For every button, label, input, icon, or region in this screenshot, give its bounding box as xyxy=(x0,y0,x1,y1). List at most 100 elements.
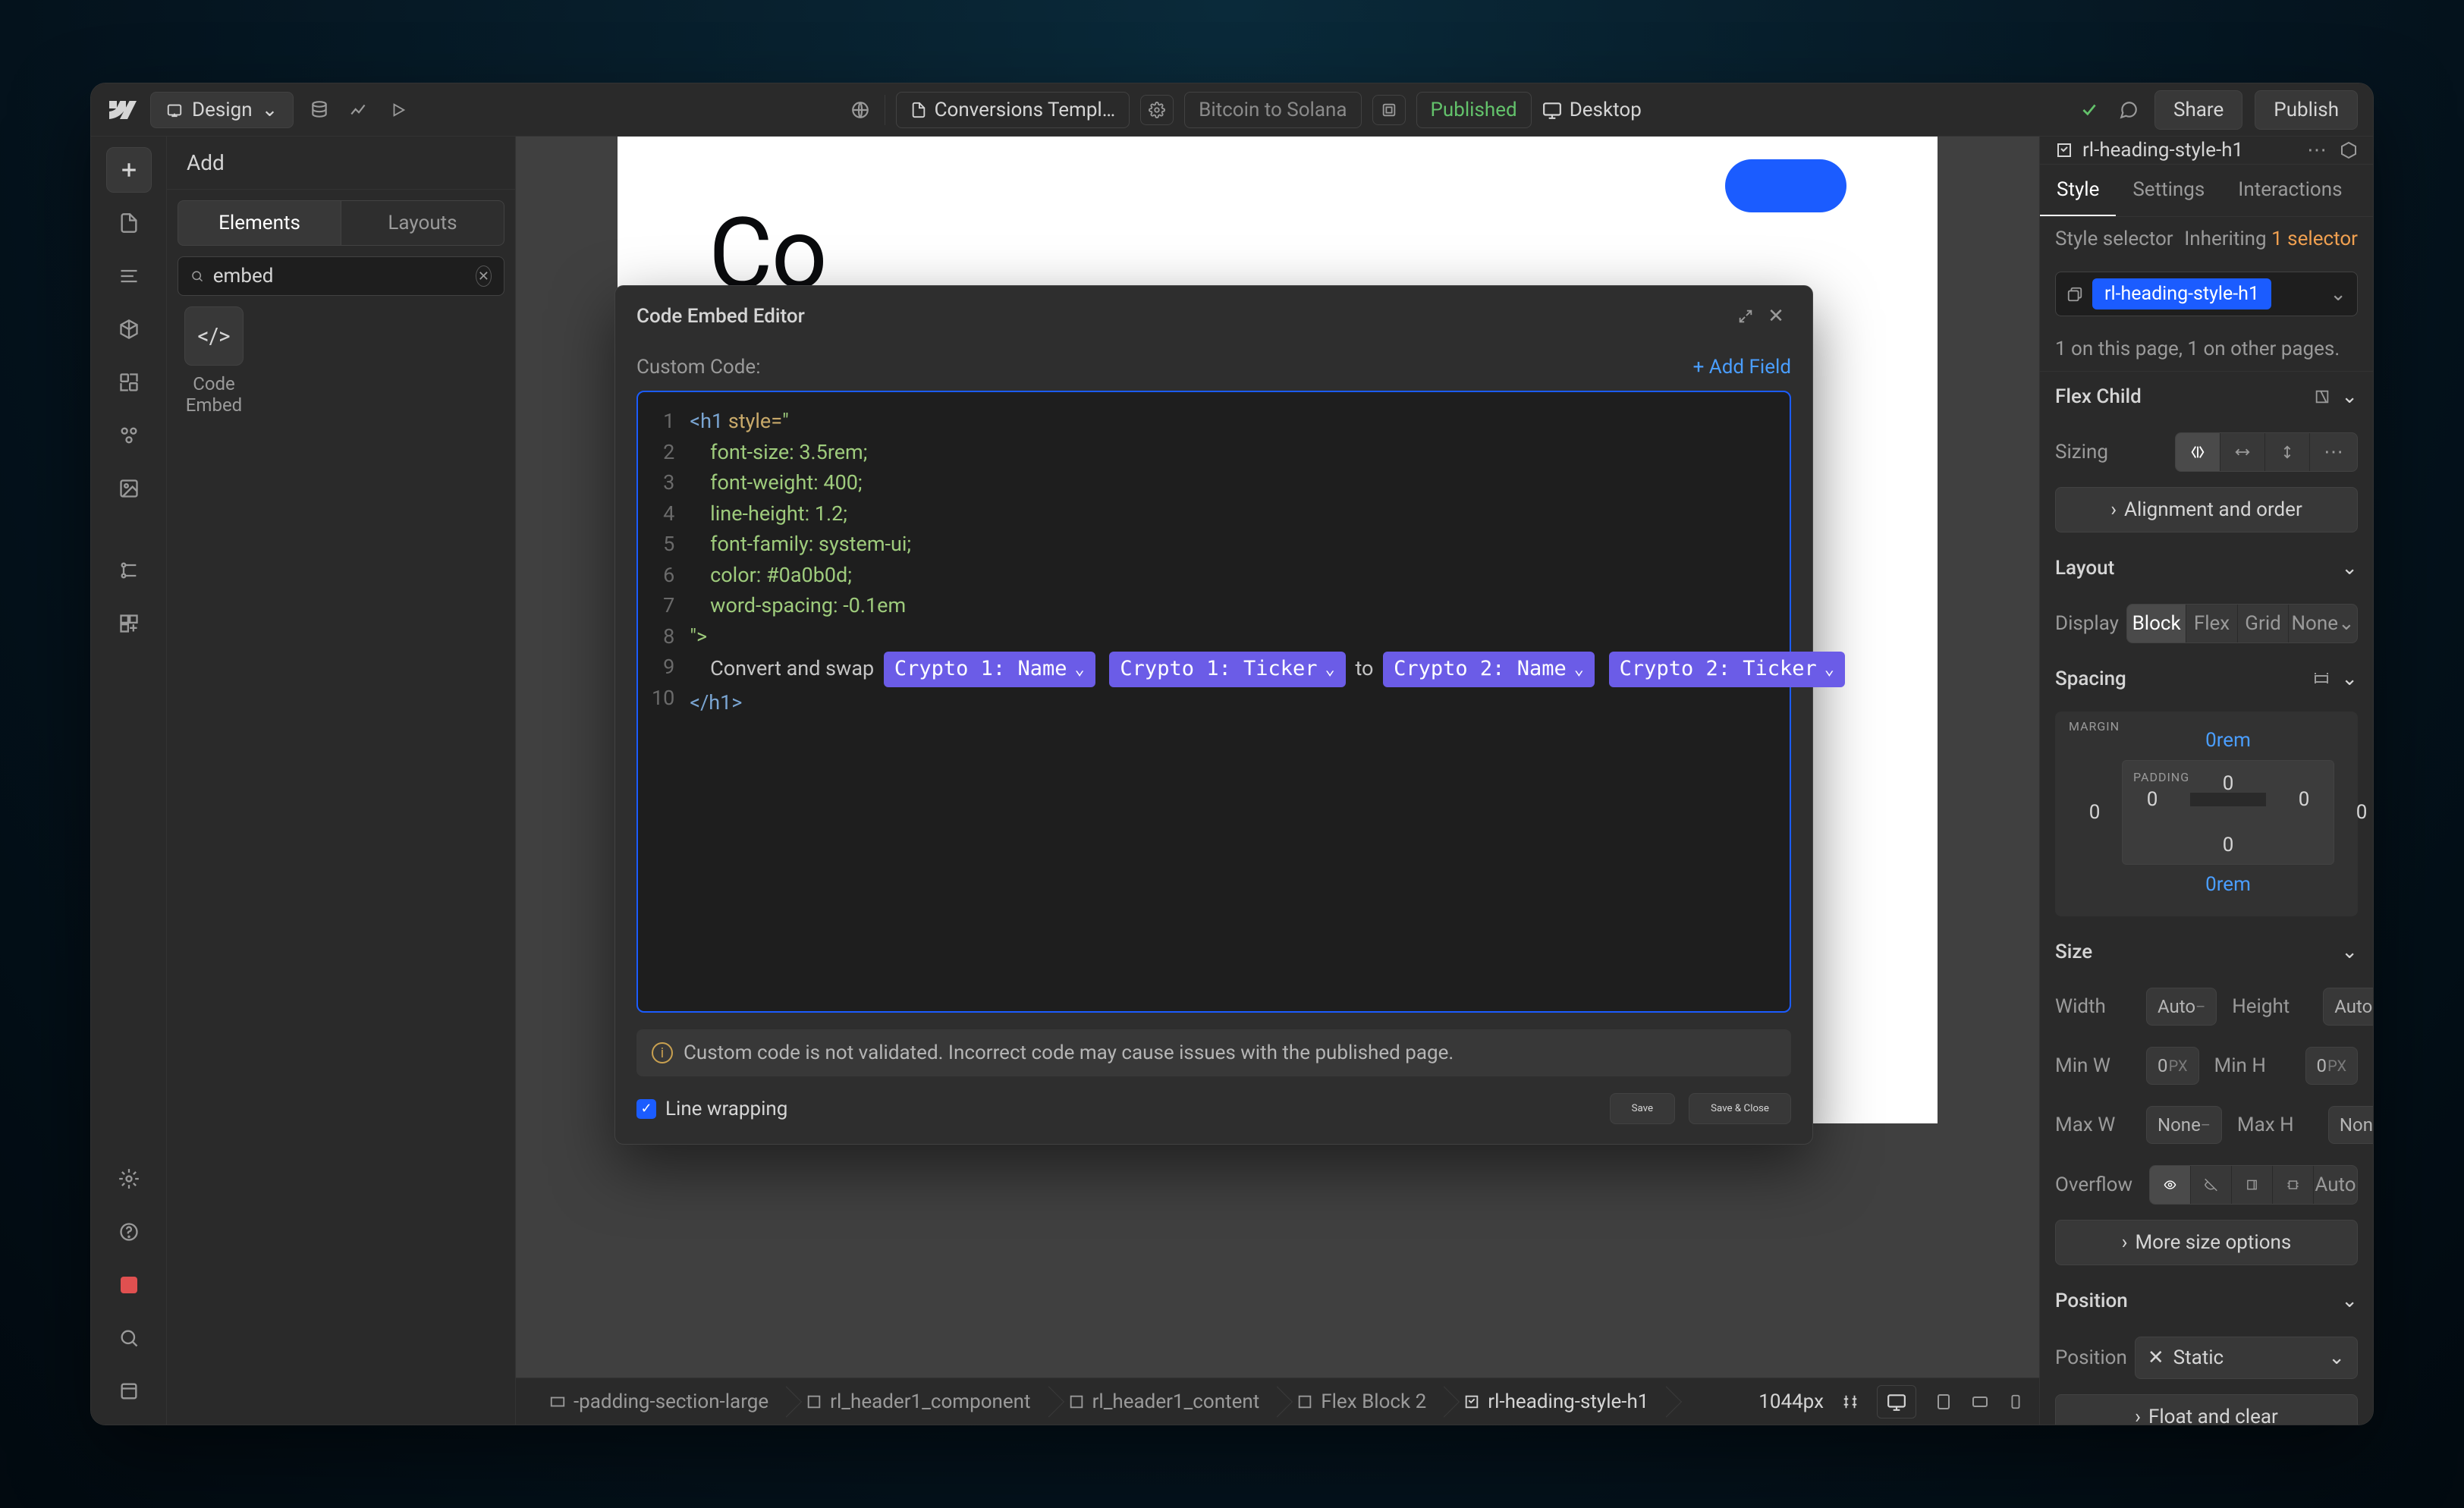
page-name-chip[interactable]: Bitcoin to Solana xyxy=(1184,92,1361,128)
close-icon[interactable]: ✕ xyxy=(1761,301,1791,331)
chevron-down-icon[interactable]: ⌄ xyxy=(2341,941,2358,963)
sizing-none-option[interactable] xyxy=(2265,433,2310,471)
chevron-down-icon[interactable]: ⌄ xyxy=(2330,283,2346,306)
page-settings-chip[interactable] xyxy=(1372,95,1406,125)
chevron-down-icon[interactable]: ⌄ xyxy=(2341,1290,2358,1312)
spacing-mode-icon[interactable] xyxy=(2312,670,2330,688)
designer-mode-button[interactable]: Design ⌄ xyxy=(150,92,294,128)
save-close-button[interactable]: Save & Close xyxy=(1689,1093,1791,1124)
class-selector[interactable]: rl-heading-style-h1 ⌄ xyxy=(2055,272,2358,316)
users-icon[interactable] xyxy=(106,601,152,646)
display-block-option[interactable]: Block xyxy=(2127,605,2186,642)
overflow-auto-option[interactable]: Auto xyxy=(2314,1166,2357,1204)
overflow-clip-option[interactable] xyxy=(2273,1166,2314,1204)
margin-right-input[interactable]: 0 xyxy=(2356,801,2368,824)
layouts-tab[interactable]: Layouts xyxy=(341,200,504,246)
more-icon[interactable]: ⋯ xyxy=(2303,137,2330,164)
breadcrumb-item[interactable]: rl_header1_component xyxy=(787,1378,1049,1425)
flex-child-section[interactable]: Flex Child xyxy=(2055,385,2142,408)
sizing-more-option[interactable]: ⋯ xyxy=(2310,433,2357,471)
position-select[interactable]: ✕Static⌄ xyxy=(2135,1337,2358,1379)
bp-desktop-large-icon[interactable] xyxy=(1877,1385,1916,1418)
line-wrapping-checkbox[interactable]: ✓ Line wrapping xyxy=(636,1098,787,1120)
inheriting-link[interactable]: 1 selector xyxy=(2271,228,2358,250)
overflow-hidden-option[interactable] xyxy=(2191,1166,2232,1204)
width-input[interactable]: Auto– xyxy=(2146,988,2217,1026)
breadcrumb-item[interactable]: rl_header1_content xyxy=(1050,1378,1279,1425)
webflow-logo-icon[interactable] xyxy=(106,94,138,126)
expand-icon[interactable] xyxy=(1730,301,1761,331)
search-rail-icon[interactable] xyxy=(106,1315,152,1361)
globe-icon[interactable] xyxy=(847,96,874,124)
bp-mobile-portrait-icon[interactable] xyxy=(2007,1393,2024,1410)
help-icon[interactable] xyxy=(106,1209,152,1255)
components-icon[interactable] xyxy=(106,306,152,352)
navigator-icon[interactable] xyxy=(106,253,152,299)
code-editor[interactable]: 12345678910 <h1 style=" font-size: 3.5re… xyxy=(636,391,1791,1013)
cms-collections-icon[interactable] xyxy=(106,548,152,593)
sizing-shrink-option[interactable] xyxy=(2176,433,2220,471)
pages-icon[interactable] xyxy=(106,200,152,246)
preview-play-icon[interactable] xyxy=(385,96,412,124)
cms-field-crypto1-ticker[interactable]: Crypto 1: Ticker xyxy=(1109,652,1345,687)
chevron-down-icon[interactable]: ⌄ xyxy=(2341,385,2358,408)
code-content[interactable]: <h1 style=" font-size: 3.5rem; font-weig… xyxy=(690,392,1863,1011)
assets-icon[interactable] xyxy=(106,466,152,511)
breakpoint-chip[interactable]: Desktop xyxy=(1542,99,1642,121)
settings-gear-chip[interactable] xyxy=(1140,95,1174,125)
variables-icon[interactable] xyxy=(106,360,152,405)
maxw-input[interactable]: None– xyxy=(2146,1106,2222,1144)
padding-top-input[interactable]: 0 xyxy=(2223,772,2234,795)
margin-bottom-input[interactable]: 0rem xyxy=(2205,873,2251,896)
display-flex-option[interactable]: Flex xyxy=(2186,605,2238,642)
interactions-tab[interactable]: Interactions xyxy=(2221,165,2359,216)
padding-left-input[interactable]: 0 xyxy=(2147,788,2158,811)
search-bar[interactable]: ✕ xyxy=(178,256,504,296)
clear-search-icon[interactable]: ✕ xyxy=(476,265,492,287)
overflow-visible-option[interactable] xyxy=(2150,1166,2191,1204)
padding-bottom-input[interactable]: 0 xyxy=(2223,834,2234,856)
maxh-input[interactable]: None– xyxy=(2328,1106,2373,1144)
float-clear-button[interactable]: › Float and clear xyxy=(2055,1394,2358,1425)
breadcrumb-item[interactable]: -padding-section-large xyxy=(531,1378,787,1425)
settings-gear-icon[interactable] xyxy=(106,1156,152,1202)
publish-status-chip[interactable]: Published xyxy=(1416,92,1532,128)
add-field-button[interactable]: + Add Field xyxy=(1693,356,1791,379)
video-icon[interactable] xyxy=(106,1262,152,1308)
elements-tab[interactable]: Elements xyxy=(178,200,341,246)
chevron-down-icon[interactable]: ⌄ xyxy=(2341,557,2358,580)
sizing-grow-option[interactable] xyxy=(2220,433,2265,471)
size-section[interactable]: Size xyxy=(2055,941,2092,963)
settings-tab[interactable]: Settings xyxy=(2116,165,2221,216)
margin-left-input[interactable]: 0 xyxy=(2089,801,2101,824)
display-grid-option[interactable]: Grid xyxy=(2238,605,2290,642)
cms-icon[interactable] xyxy=(306,96,333,124)
comments-icon[interactable] xyxy=(2115,96,2142,124)
publish-button[interactable]: Publish xyxy=(2255,90,2358,130)
margin-top-input[interactable]: 0rem xyxy=(2205,729,2251,752)
search-input[interactable] xyxy=(213,265,467,287)
display-none-option[interactable]: None ⌄ xyxy=(2289,605,2357,642)
element-settings-icon[interactable] xyxy=(2340,141,2358,159)
minh-input[interactable]: 0PX xyxy=(2305,1047,2359,1085)
minw-input[interactable]: 0PX xyxy=(2146,1047,2199,1085)
spacing-section[interactable]: Spacing xyxy=(2055,668,2126,690)
checkmark-icon[interactable] xyxy=(2076,96,2103,124)
style-tab[interactable]: Style xyxy=(2040,165,2116,216)
cms-field-crypto2-ticker[interactable]: Crypto 2: Ticker xyxy=(1609,652,1845,687)
more-size-button[interactable]: › More size options xyxy=(2055,1220,2358,1265)
add-button[interactable] xyxy=(106,147,152,193)
bp-mobile-landscape-icon[interactable] xyxy=(1971,1393,1989,1411)
cms-field-crypto1-name[interactable]: Crypto 1: Name xyxy=(884,652,1095,687)
class-chip[interactable]: rl-heading-style-h1 xyxy=(2092,278,2271,309)
breadcrumb-item[interactable]: Flex Block 2 xyxy=(1278,1378,1445,1425)
layout-section[interactable]: Layout xyxy=(2055,557,2114,580)
position-section[interactable]: Position xyxy=(2055,1290,2128,1312)
style-manager-icon[interactable] xyxy=(106,413,152,458)
analytics-icon[interactable] xyxy=(345,96,372,124)
alignment-order-button[interactable]: › Alignment and order xyxy=(2055,487,2358,533)
width-settings-icon[interactable] xyxy=(1842,1393,1859,1410)
cms-field-crypto2-name[interactable]: Crypto 2: Name xyxy=(1383,652,1595,687)
height-input[interactable]: Auto– xyxy=(2323,988,2373,1026)
focus-icon[interactable] xyxy=(2314,388,2330,405)
